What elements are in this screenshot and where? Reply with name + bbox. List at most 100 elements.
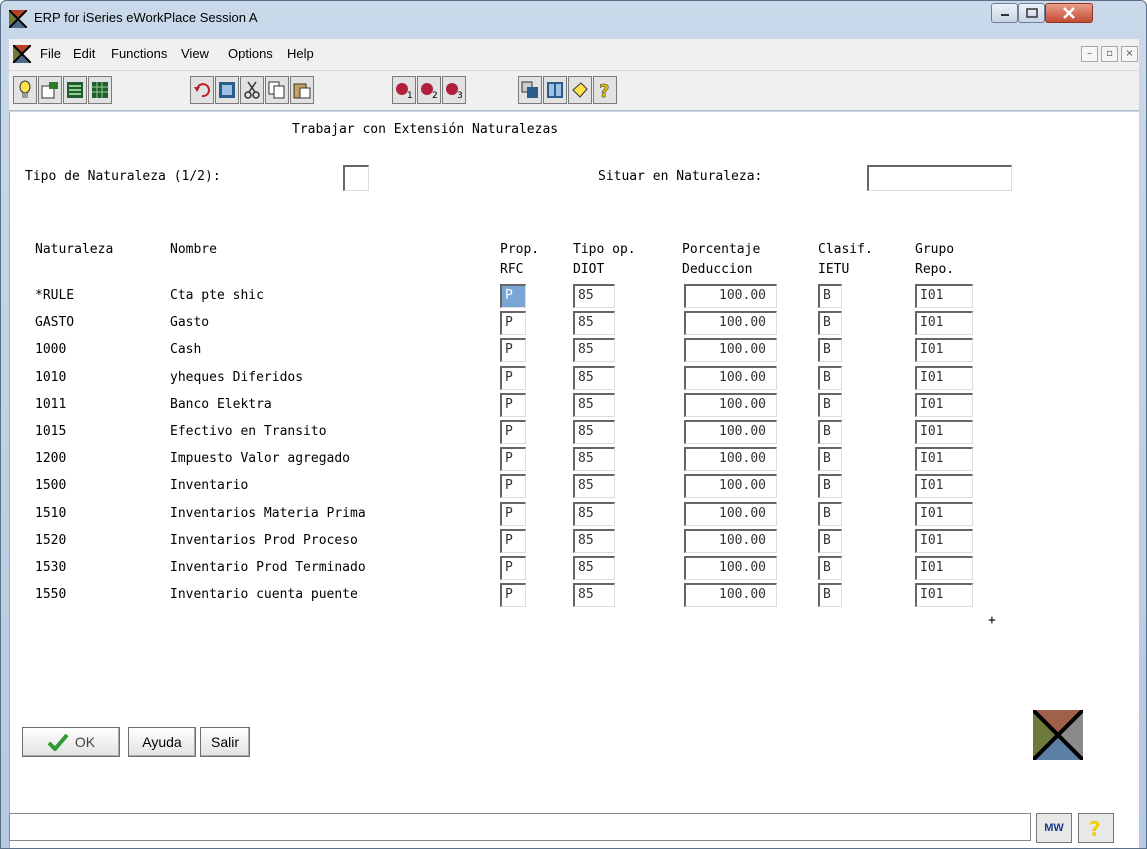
new-window-button[interactable]: [38, 76, 62, 104]
mdi-close-button[interactable]: ×: [1121, 46, 1138, 62]
row-porcentaje-input[interactable]: 100.00: [684, 474, 777, 498]
row-grupo-input[interactable]: I01: [915, 502, 973, 526]
cut-button[interactable]: [240, 76, 264, 104]
row-clasif-input[interactable]: B: [818, 338, 842, 362]
row-porcentaje-input[interactable]: 100.00: [684, 556, 777, 580]
row-porcentaje-input[interactable]: 100.00: [684, 447, 777, 471]
row-grupo-input[interactable]: I01: [915, 556, 973, 580]
row-prop-rfc-input[interactable]: P: [500, 420, 526, 444]
select-button[interactable]: [215, 76, 239, 104]
menu-options[interactable]: Options: [228, 46, 273, 61]
row-clasif-input[interactable]: B: [818, 447, 842, 471]
row-tipo-op-input[interactable]: 85: [573, 366, 615, 390]
new-window-icon: [41, 82, 58, 99]
row-prop-rfc-input[interactable]: P: [500, 474, 526, 498]
paste-button[interactable]: [290, 76, 314, 104]
salir-button[interactable]: Salir: [200, 727, 250, 757]
row-tipo-op-input[interactable]: 85: [573, 474, 615, 498]
lightbulb-icon: [19, 80, 31, 98]
row-tipo-op-input[interactable]: 85: [573, 338, 615, 362]
row-grupo-input[interactable]: I01: [915, 474, 973, 498]
row-prop-rfc-input[interactable]: P: [500, 284, 526, 308]
hand-button[interactable]: [568, 76, 592, 104]
row-grupo-input[interactable]: I01: [915, 529, 973, 553]
tipo-naturaleza-input[interactable]: [343, 165, 369, 191]
row-porcentaje-input[interactable]: 100.00: [684, 366, 777, 390]
row-grupo-input[interactable]: I01: [915, 393, 973, 417]
mdi-restore-button[interactable]: ▫: [1101, 46, 1118, 62]
row-porcentaje-input[interactable]: 100.00: [684, 502, 777, 526]
row-grupo-input[interactable]: I01: [915, 311, 973, 335]
row-prop-rfc-input[interactable]: P: [500, 366, 526, 390]
minimize-button[interactable]: [991, 3, 1018, 23]
undo-button[interactable]: [190, 76, 214, 104]
macro-3-button[interactable]: 3: [442, 76, 466, 104]
row-clasif-input[interactable]: B: [818, 529, 842, 553]
function-keys-button[interactable]: [518, 76, 542, 104]
menu-file[interactable]: File: [40, 46, 61, 61]
row-tipo-op-input[interactable]: 85: [573, 556, 615, 580]
row-clasif-input[interactable]: B: [818, 502, 842, 526]
menu-help[interactable]: Help: [287, 46, 314, 61]
row-porcentaje-input[interactable]: 100.00: [684, 393, 777, 417]
situar-naturaleza-input[interactable]: [867, 165, 1012, 191]
row-porcentaje-input[interactable]: 100.00: [684, 311, 777, 335]
row-grupo-input[interactable]: I01: [915, 420, 973, 444]
grid-button[interactable]: [88, 76, 112, 104]
row-prop-rfc-input[interactable]: P: [500, 338, 526, 362]
row-prop-rfc-input[interactable]: P: [500, 556, 526, 580]
copy-button[interactable]: [265, 76, 289, 104]
row-clasif-input[interactable]: B: [818, 311, 842, 335]
mw-button[interactable]: MW: [1036, 813, 1072, 843]
menu-view[interactable]: View: [181, 46, 209, 61]
row-prop-rfc-input[interactable]: P: [500, 447, 526, 471]
row-tipo-op-input[interactable]: 85: [573, 502, 615, 526]
row-prop-rfc-input[interactable]: P: [500, 311, 526, 335]
maximize-button[interactable]: [1018, 3, 1045, 23]
row-grupo-input[interactable]: I01: [915, 338, 973, 362]
row-clasif-input[interactable]: B: [818, 366, 842, 390]
row-porcentaje-input[interactable]: 100.00: [684, 529, 777, 553]
row-clasif-input[interactable]: B: [818, 420, 842, 444]
row-tipo-op-input[interactable]: 85: [573, 311, 615, 335]
header-repo: Repo.: [915, 262, 955, 277]
checkmark-icon: [47, 733, 69, 751]
row-clasif-input[interactable]: B: [818, 556, 842, 580]
row-prop-rfc-input[interactable]: P: [500, 529, 526, 553]
help-button[interactable]: ?: [593, 76, 617, 104]
row-prop-rfc-input[interactable]: P: [500, 583, 526, 607]
row-clasif-input[interactable]: B: [818, 474, 842, 498]
row-grupo-input[interactable]: I01: [915, 284, 973, 308]
row-porcentaje-input[interactable]: 100.00: [684, 420, 777, 444]
row-tipo-op-input[interactable]: 85: [573, 393, 615, 417]
row-tipo-op-input[interactable]: 85: [573, 583, 615, 607]
row-clasif-input[interactable]: B: [818, 284, 842, 308]
ok-button[interactable]: OK: [22, 727, 120, 757]
row-grupo-input[interactable]: I01: [915, 447, 973, 471]
statusbar-help-button[interactable]: ?: [1078, 813, 1114, 843]
row-prop-rfc-input[interactable]: P: [500, 502, 526, 526]
row-clasif-input[interactable]: B: [818, 583, 842, 607]
menu-functions[interactable]: Functions: [111, 46, 167, 61]
row-tipo-op-input[interactable]: 85: [573, 284, 615, 308]
bulb-button[interactable]: [13, 76, 37, 104]
row-porcentaje-input[interactable]: 100.00: [684, 284, 777, 308]
row-porcentaje-input[interactable]: 100.00: [684, 583, 777, 607]
function-keys-icon: [521, 81, 538, 98]
row-clasif-input[interactable]: B: [818, 393, 842, 417]
menu-edit[interactable]: Edit: [73, 46, 95, 61]
row-grupo-input[interactable]: I01: [915, 366, 973, 390]
close-button[interactable]: [1045, 3, 1093, 23]
layout-button[interactable]: [543, 76, 567, 104]
row-grupo-input[interactable]: I01: [915, 583, 973, 607]
macro-1-button[interactable]: 1: [392, 76, 416, 104]
row-tipo-op-input[interactable]: 85: [573, 529, 615, 553]
screen-button[interactable]: [63, 76, 87, 104]
ayuda-button[interactable]: Ayuda: [128, 727, 196, 757]
row-tipo-op-input[interactable]: 85: [573, 447, 615, 471]
macro-2-button[interactable]: 2: [417, 76, 441, 104]
mdi-minimize-button[interactable]: –: [1081, 46, 1098, 62]
row-tipo-op-input[interactable]: 85: [573, 420, 615, 444]
row-prop-rfc-input[interactable]: P: [500, 393, 526, 417]
row-porcentaje-input[interactable]: 100.00: [684, 338, 777, 362]
